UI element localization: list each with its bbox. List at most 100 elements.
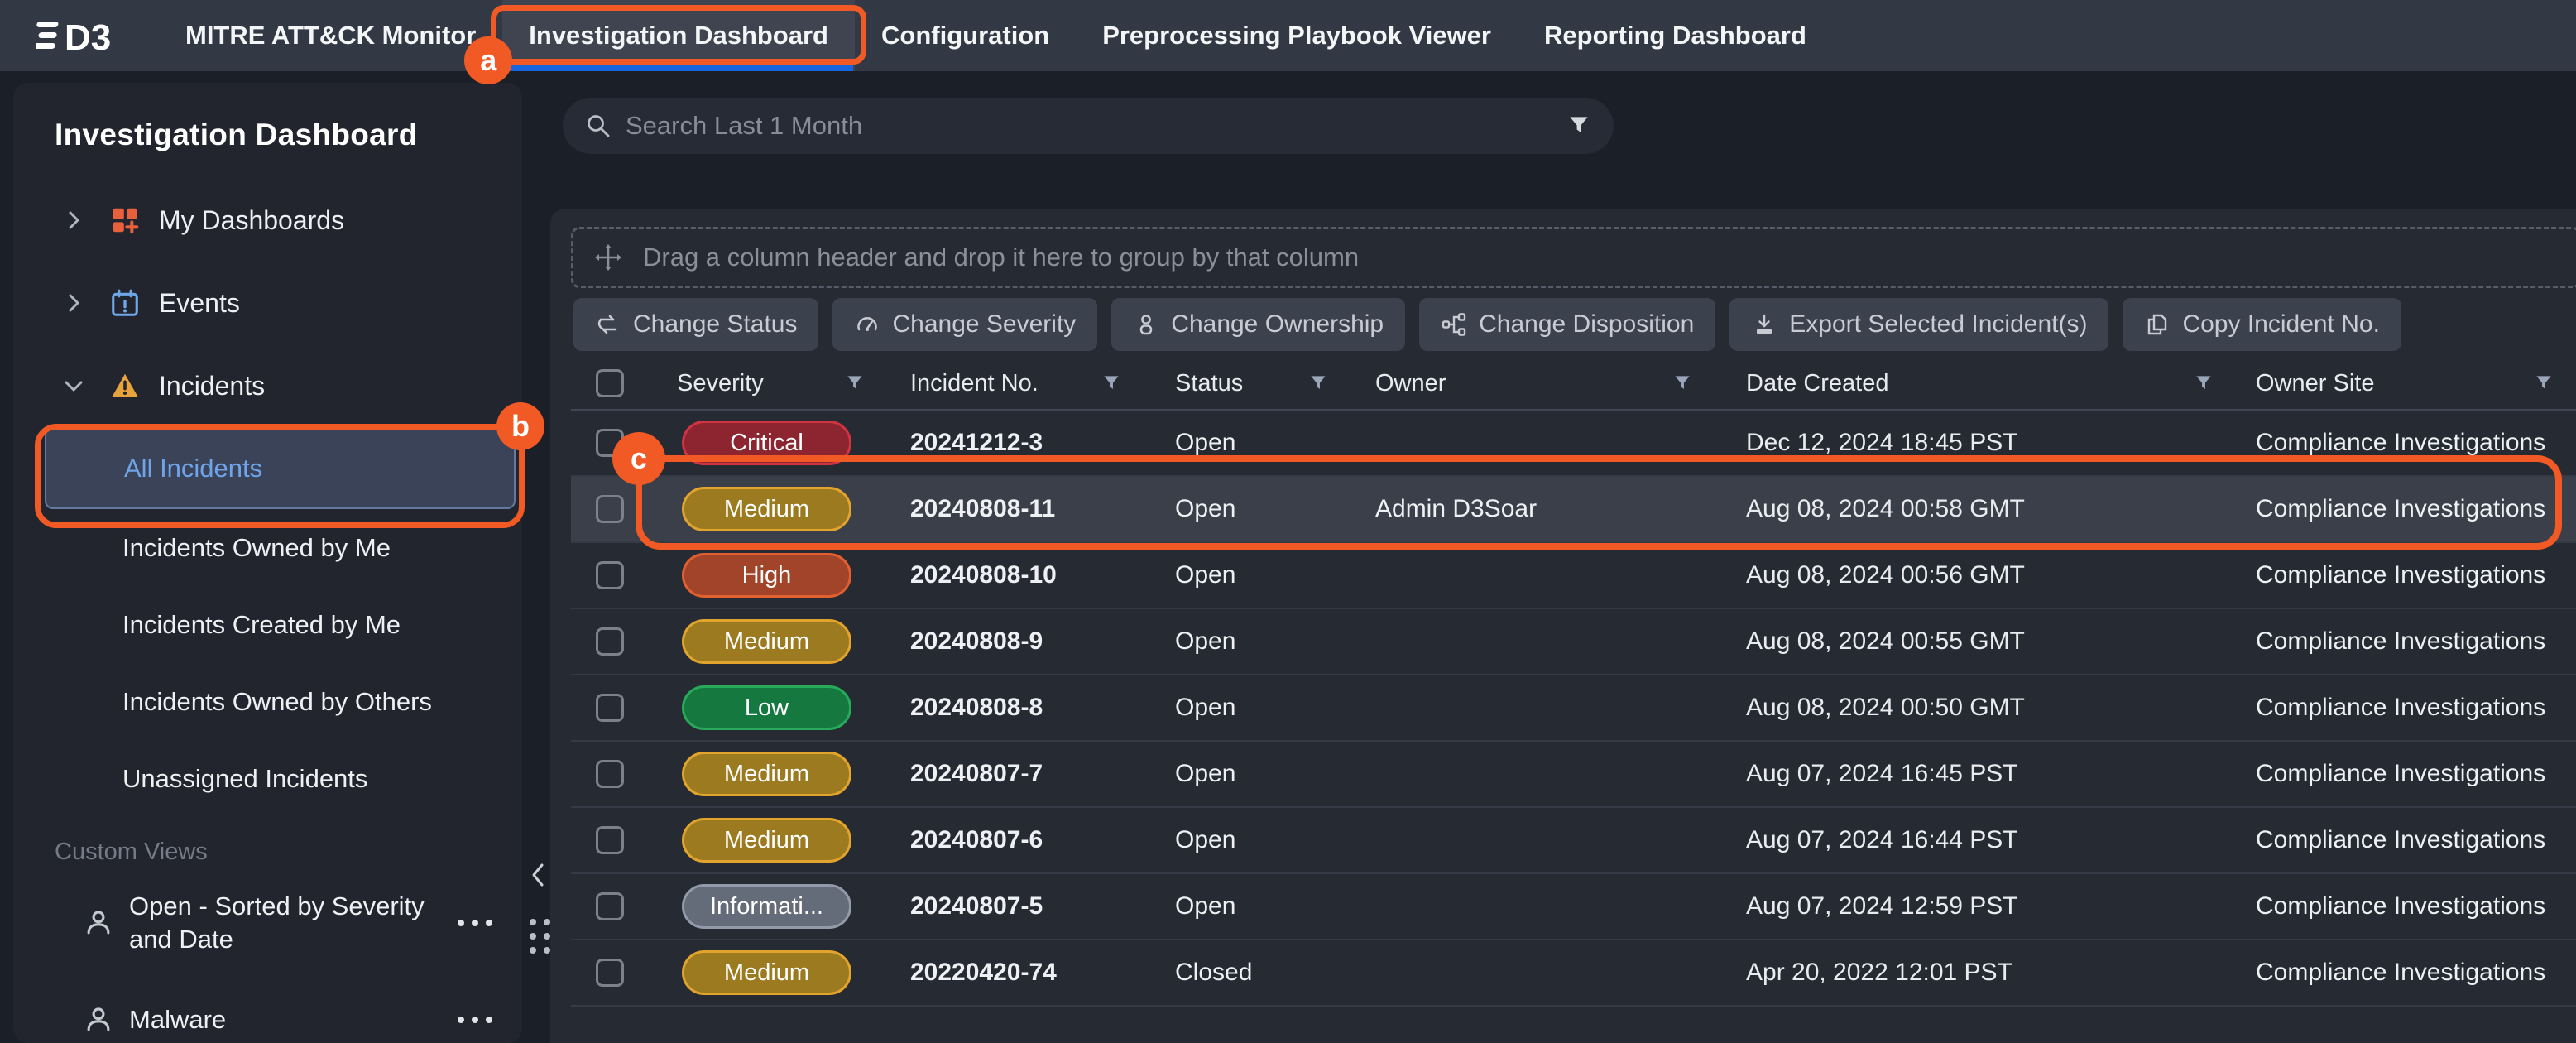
change-status-button[interactable]: Change Status: [573, 298, 818, 351]
nav-tab-investigation-dashboard[interactable]: Investigation Dashboard a: [502, 0, 855, 71]
incidents-table: Severity Incident No. Status Owner Date …: [571, 358, 2576, 1007]
group-by-dropzone[interactable]: Drag a column header and drop it here to…: [571, 227, 2576, 288]
incident-number[interactable]: 20240807-7: [887, 760, 1144, 788]
column-label: Owner Site: [2256, 370, 2374, 397]
column-header-date-created[interactable]: Date Created: [1715, 358, 2236, 409]
select-all-checkbox[interactable]: [596, 369, 624, 397]
sidebar-item-incidents[interactable]: Incidents: [13, 344, 522, 427]
row-checkbox[interactable]: [596, 959, 624, 987]
sidebar-item-events[interactable]: Events: [13, 262, 522, 344]
column-label: Date Created: [1746, 370, 1889, 397]
filter-funnel-icon[interactable]: [2533, 372, 2554, 394]
filter-funnel-icon[interactable]: [844, 372, 866, 394]
severity-label: Critical: [730, 430, 804, 457]
row-checkbox[interactable]: [596, 627, 624, 656]
change-disposition-button[interactable]: Change Disposition: [1419, 298, 1715, 351]
collapse-chevron-icon[interactable]: [526, 861, 551, 889]
change-ownership-button[interactable]: Change Ownership: [1111, 298, 1405, 351]
sidebar-item-label: Incidents: [159, 371, 265, 401]
sidebar-item-my-dashboards[interactable]: My Dashboards: [13, 179, 522, 262]
filter-funnel-icon[interactable]: [1307, 372, 1329, 394]
incident-number[interactable]: 20240808-11: [887, 495, 1144, 523]
severity-label: High: [742, 562, 792, 589]
status-text: Open: [1144, 892, 1350, 920]
incident-number[interactable]: 20240808-10: [887, 561, 1144, 589]
column-header-severity[interactable]: Severity: [647, 358, 887, 409]
incident-row[interactable]: Medium 20240807-7 Open Aug 07, 2024 16:4…: [571, 742, 2576, 808]
column-header-status[interactable]: Status: [1144, 358, 1350, 409]
row-checkbox[interactable]: [596, 495, 624, 523]
column-header-owner-site[interactable]: Owner Site: [2236, 358, 2576, 409]
copy-icon: [2144, 311, 2171, 338]
custom-view-malware[interactable]: Malware: [13, 974, 522, 1043]
owner-site-text: Compliance Investigations: [2236, 627, 2576, 656]
change-severity-button[interactable]: Change Severity: [832, 298, 1097, 351]
sidebar-item-label: Events: [159, 288, 240, 319]
chevron-right-icon[interactable]: [61, 208, 86, 233]
row-checkbox[interactable]: [596, 892, 624, 920]
annotation-badge-b: b: [496, 402, 544, 450]
owner-site-text: Compliance Investigations: [2236, 561, 2576, 589]
incident-row[interactable]: Medium 20220420-74 Closed Apr 20, 2022 1…: [571, 940, 2576, 1007]
nav-tab-label: Preprocessing Playbook Viewer: [1102, 21, 1491, 50]
filter-funnel-icon[interactable]: [1672, 372, 1693, 394]
drag-handle-icon[interactable]: [530, 919, 550, 954]
sidebar-item-incidents-owned-by-others[interactable]: Incidents Owned by Others: [13, 663, 522, 740]
filter-funnel-icon[interactable]: [1566, 113, 1592, 139]
d3-logo: D3: [36, 15, 136, 56]
status-text: Open: [1144, 627, 1350, 656]
date-created-text: Dec 12, 2024 18:45 PST: [1715, 429, 2236, 457]
gauge-icon: [854, 311, 880, 338]
incident-number[interactable]: 20240808-9: [887, 627, 1144, 656]
sidebar-item-incidents-owned-by-me[interactable]: Incidents Owned by Me: [13, 509, 522, 586]
incident-number[interactable]: 20220420-74: [887, 959, 1144, 987]
table-body: Critical 20241212-3 Open Dec 12, 2024 18…: [571, 411, 2576, 1007]
incident-row[interactable]: Medium 20240807-6 Open Aug 07, 2024 16:4…: [571, 808, 2576, 874]
incident-number[interactable]: 20241212-3: [887, 429, 1144, 457]
search-bar: [563, 98, 1614, 154]
severity-badge: Medium: [682, 487, 851, 531]
copy-incident-no-button[interactable]: Copy Incident No.: [2123, 298, 2401, 351]
more-options-icon[interactable]: [458, 920, 492, 926]
filter-funnel-icon[interactable]: [1101, 372, 1122, 394]
dropzone-text: Drag a column header and drop it here to…: [643, 243, 1359, 272]
sidebar-tree: My Dashboards Events: [13, 179, 522, 817]
severity-badge: Medium: [682, 619, 851, 664]
date-created-text: Aug 08, 2024 00:56 GMT: [1715, 561, 2236, 589]
custom-view-open-sorted[interactable]: Open - Sorted by Severity and Date: [13, 872, 522, 974]
filter-funnel-icon[interactable]: [2193, 372, 2214, 394]
column-header-incident-no[interactable]: Incident No.: [887, 358, 1144, 409]
incident-row[interactable]: High 20240808-10 Open Aug 08, 2024 00:56…: [571, 543, 2576, 609]
row-checkbox[interactable]: [596, 826, 624, 854]
row-checkbox[interactable]: [596, 561, 624, 589]
incident-number[interactable]: 20240807-6: [887, 826, 1144, 854]
sidebar-item-incidents-created-by-me[interactable]: Incidents Created by Me: [13, 586, 522, 663]
more-options-icon[interactable]: [458, 1017, 492, 1023]
nav-tab-reporting-dashboard[interactable]: Reporting Dashboard: [1518, 0, 1833, 71]
incident-row[interactable]: Low 20240808-8 Open Aug 08, 2024 00:50 G…: [571, 675, 2576, 742]
sidebar-item-label: My Dashboards: [159, 205, 344, 236]
incident-row[interactable]: Medium 20240808-11 Open Admin D3Soar Aug…: [571, 477, 2576, 543]
row-checkbox[interactable]: [596, 694, 624, 722]
export-selected-incidents-button[interactable]: Export Selected Incident(s): [1729, 298, 2108, 351]
chevron-down-icon[interactable]: [61, 373, 86, 398]
incident-row[interactable]: Informati... 20240807-5 Open Aug 07, 202…: [571, 874, 2576, 940]
status-text: Closed: [1144, 959, 1350, 987]
nav-tab-mitre-attack-monitor[interactable]: MITRE ATT&CK Monitor: [159, 0, 502, 71]
incident-row[interactable]: Critical 20241212-3 Open Dec 12, 2024 18…: [571, 411, 2576, 477]
nav-tab-configuration[interactable]: Configuration: [855, 0, 1076, 71]
svg-text:D3: D3: [65, 17, 111, 56]
sidebar-item-label: Unassigned Incidents: [122, 764, 367, 794]
incident-number[interactable]: 20240808-8: [887, 694, 1144, 722]
incident-number[interactable]: 20240807-5: [887, 892, 1144, 920]
sidebar-item-all-incidents[interactable]: All Incidents: [45, 427, 516, 509]
incident-row[interactable]: Medium 20240808-9 Open Aug 08, 2024 00:5…: [571, 609, 2576, 675]
search-input[interactable]: [626, 111, 1566, 141]
chevron-right-icon[interactable]: [61, 291, 86, 315]
nav-tab-preprocessing-playbook-viewer[interactable]: Preprocessing Playbook Viewer: [1076, 0, 1518, 71]
date-created-text: Apr 20, 2022 12:01 PST: [1715, 959, 2236, 987]
owner-site-text: Compliance Investigations: [2236, 495, 2576, 523]
column-header-owner[interactable]: Owner: [1350, 358, 1715, 409]
sidebar-item-unassigned-incidents[interactable]: Unassigned Incidents: [13, 740, 522, 817]
row-checkbox[interactable]: [596, 760, 624, 788]
